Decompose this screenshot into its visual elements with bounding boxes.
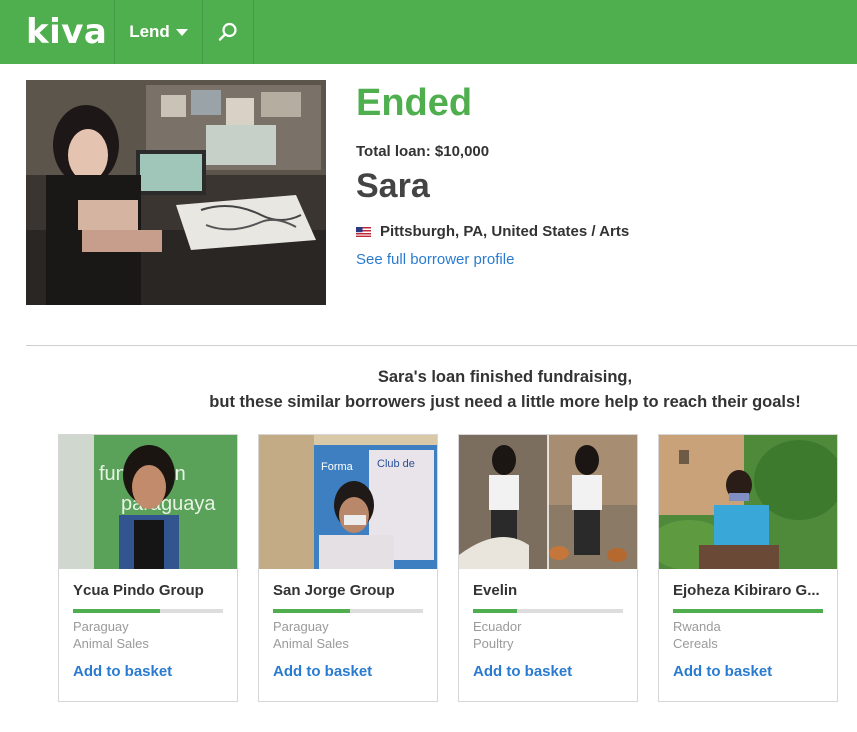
borrower-card[interactable]: fundación paraguaya Ycua Pindo Group Par… xyxy=(58,434,238,702)
add-to-basket-button[interactable]: Add to basket xyxy=(273,663,372,680)
funding-progress-bar xyxy=(673,609,823,613)
card-photo[interactable]: fundación paraguaya xyxy=(59,435,237,569)
location-text: Pittsburgh, PA, United States / Arts xyxy=(380,223,630,240)
add-to-basket-button[interactable]: Add to basket xyxy=(473,663,572,680)
search-icon xyxy=(218,22,237,41)
caret-down-icon xyxy=(175,28,188,36)
borrower-card[interactable]: Forma Club de San Jorge Group Paraguay A… xyxy=(258,434,438,702)
card-borrower-name[interactable]: Ycua Pindo Group xyxy=(73,582,229,599)
borrower-location: Pittsburgh, PA, United States / Arts xyxy=(356,223,629,240)
funding-progress-bar xyxy=(73,609,223,613)
borrower-card[interactable]: Ejoheza Kibiraro G... Rwanda Cereals Add… xyxy=(658,434,838,702)
svg-text:Forma: Forma xyxy=(321,461,354,473)
funding-progress-fill xyxy=(73,609,160,613)
us-flag-icon xyxy=(356,226,371,237)
card-sector: Animal Sales xyxy=(73,636,149,651)
add-to-basket-button[interactable]: Add to basket xyxy=(73,663,172,680)
top-navigation-bar: kiva Lend xyxy=(0,0,857,64)
card-country: Rwanda xyxy=(673,619,721,634)
kiva-logo[interactable]: kiva xyxy=(26,10,107,54)
funding-progress-fill xyxy=(673,609,823,613)
search-button[interactable] xyxy=(203,0,253,64)
card-borrower-name[interactable]: San Jorge Group xyxy=(273,582,429,599)
borrower-photo xyxy=(26,80,326,305)
lend-menu-button[interactable]: Lend xyxy=(115,0,202,64)
card-country: Paraguay xyxy=(73,619,129,634)
card-country: Paraguay xyxy=(273,619,329,634)
fundraising-message-line1: Sara's loan finished fundraising, xyxy=(377,368,633,386)
svg-text:Club de: Club de xyxy=(377,458,415,470)
funding-progress-fill xyxy=(273,609,350,613)
card-photo[interactable] xyxy=(659,435,837,569)
nav-divider xyxy=(253,0,254,64)
card-photo[interactable]: Forma Club de xyxy=(259,435,437,569)
fundraising-message-line2: but these similar borrowers just need a … xyxy=(209,393,801,411)
card-sector: Poultry xyxy=(473,636,514,651)
section-divider xyxy=(26,345,857,346)
add-to-basket-button[interactable]: Add to basket xyxy=(673,663,772,680)
full-profile-link[interactable]: See full borrower profile xyxy=(356,251,514,268)
total-loan: Total loan: $10,000 xyxy=(356,143,490,160)
card-sector: Cereals xyxy=(673,636,718,651)
funding-progress-bar xyxy=(273,609,423,613)
borrower-name: Sara xyxy=(356,167,430,205)
lend-menu-label: Lend xyxy=(129,22,170,41)
funding-progress-bar xyxy=(473,609,623,613)
card-borrower-name[interactable]: Ejoheza Kibiraro G... xyxy=(673,582,829,599)
card-country: Ecuador xyxy=(473,619,522,634)
card-borrower-name[interactable]: Evelin xyxy=(473,582,629,599)
loan-status: Ended xyxy=(356,82,473,124)
card-photo[interactable] xyxy=(459,435,637,569)
borrower-card[interactable]: Evelin Ecuador Poultry Add to basket xyxy=(458,434,638,702)
card-sector: Animal Sales xyxy=(273,636,349,651)
funding-progress-fill xyxy=(473,609,517,613)
